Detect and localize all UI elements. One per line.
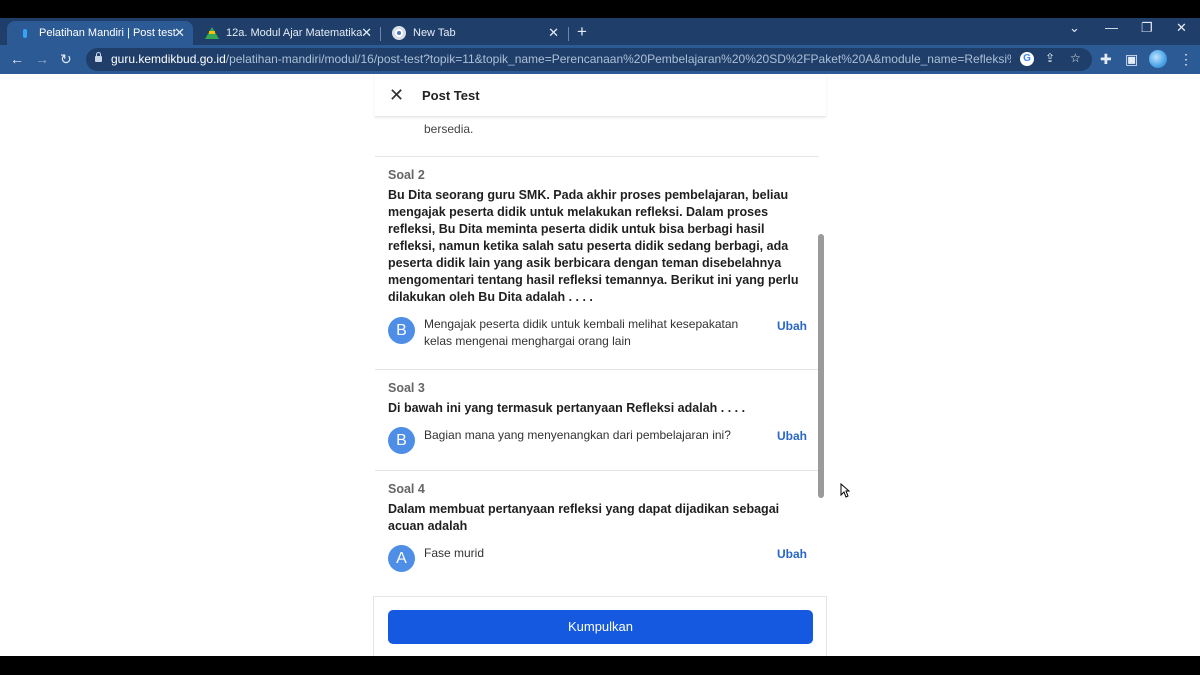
tab-new-tab[interactable]: New Tab ✕ <box>381 21 567 45</box>
tab-title: Pelatihan Mandiri | Post test topik <box>39 27 177 39</box>
edit-answer-link[interactable]: Ubah <box>777 319 807 333</box>
tab-modul-ajar[interactable]: 12a. Modul Ajar Matematika Fase ✕ <box>194 21 380 45</box>
selected-answer: Fase murid <box>424 546 485 560</box>
tab-separator <box>568 27 569 41</box>
menu-kebab-icon[interactable]: ⋮ <box>1179 51 1193 67</box>
page-viewport: ✕ Post Test bersedia. Soal 2 Bu Dita seo… <box>0 74 1200 656</box>
new-tab-button[interactable]: + <box>577 22 587 42</box>
close-icon[interactable]: ✕ <box>389 85 404 105</box>
scrollbar-thumb[interactable] <box>818 234 824 498</box>
submit-footer: Kumpulkan <box>373 596 827 656</box>
question-text: Dalam membuat pertanyaan refleksi yang d… <box>388 502 780 533</box>
question-number: Soal 3 <box>388 381 425 395</box>
question-list: bersedia. Soal 2 Bu Dita seorang guru SM… <box>375 117 820 656</box>
extensions-puzzle-icon[interactable]: ✚ <box>1100 51 1112 67</box>
post-test-header: ✕ Post Test <box>375 74 826 117</box>
bookmark-star-icon[interactable]: ☆ <box>1070 51 1081 65</box>
url-host: guru.kemdikbud.go.id <box>111 52 226 66</box>
kemdikbud-icon <box>18 26 32 40</box>
minimize-icon[interactable]: — <box>1105 20 1118 35</box>
back-arrow-icon[interactable]: ← <box>10 51 24 67</box>
google-lens-icon[interactable]: G <box>1020 52 1034 66</box>
tab-title: 12a. Modul Ajar Matematika Fase <box>226 27 362 39</box>
profile-avatar[interactable] <box>1149 50 1167 68</box>
mouse-cursor <box>840 482 851 503</box>
choice-letter-badge: A <box>388 545 415 572</box>
url-text: guru.kemdikbud.go.id/pelatihan-mandiri/m… <box>111 52 1011 66</box>
submit-button[interactable]: Kumpulkan <box>388 610 813 644</box>
edit-answer-link[interactable]: Ubah <box>777 547 807 561</box>
selected-answer: Bagian mana yang menyenangkan dari pembe… <box>424 428 731 442</box>
browser-toolbar: ← → ↻ guru.kemdikbud.go.id/pelatihan-man… <box>0 45 1200 74</box>
reload-icon[interactable]: ↻ <box>60 51 72 67</box>
address-bar[interactable]: guru.kemdikbud.go.id/pelatihan-mandiri/m… <box>86 48 1092 71</box>
question-number: Soal 4 <box>388 482 425 496</box>
tab-title: New Tab <box>413 27 456 39</box>
close-window-icon[interactable]: ✕ <box>1176 20 1187 36</box>
forward-arrow-icon[interactable]: → <box>35 51 49 67</box>
divider <box>375 470 819 471</box>
maximize-icon[interactable]: ❐ <box>1141 20 1153 36</box>
question-text: Bu Dita seorang guru SMK. Pada akhir pro… <box>388 188 799 304</box>
edit-answer-link[interactable]: Ubah <box>777 429 807 443</box>
browser-tab-strip: Pelatihan Mandiri | Post test topik ✕ 12… <box>0 18 1200 45</box>
share-icon[interactable]: ⇪ <box>1045 51 1055 65</box>
page-title: Post Test <box>422 88 480 103</box>
choice-letter-badge: B <box>388 427 415 454</box>
url-path: /pelatihan-mandiri/modul/16/post-test?to… <box>225 52 1011 66</box>
close-tab-icon[interactable]: ✕ <box>174 26 185 39</box>
choice-letter-badge: B <box>388 317 415 344</box>
previous-answer-tail: bersedia. <box>424 122 474 136</box>
selected-answer: Mengajak peserta didik untuk kembali mel… <box>424 317 739 348</box>
screen: Pelatihan Mandiri | Post test topik ✕ 12… <box>0 0 1200 675</box>
question-text: Di bawah ini yang termasuk pertanyaan Re… <box>388 401 746 415</box>
question-number: Soal 2 <box>388 168 425 182</box>
divider <box>375 156 819 157</box>
lock-icon <box>95 52 102 62</box>
tab-search-chevron-icon[interactable]: ⌄ <box>1069 20 1080 36</box>
letterbox-bar <box>0 656 1200 675</box>
chrome-icon <box>392 26 406 40</box>
google-drive-icon <box>205 27 219 39</box>
side-panel-icon[interactable]: ▣ <box>1125 51 1138 67</box>
close-tab-icon[interactable]: ✕ <box>361 26 372 39</box>
tab-pelatihan-mandiri[interactable]: Pelatihan Mandiri | Post test topik ✕ <box>7 21 193 45</box>
close-tab-icon[interactable]: ✕ <box>548 26 559 39</box>
divider <box>375 369 819 370</box>
